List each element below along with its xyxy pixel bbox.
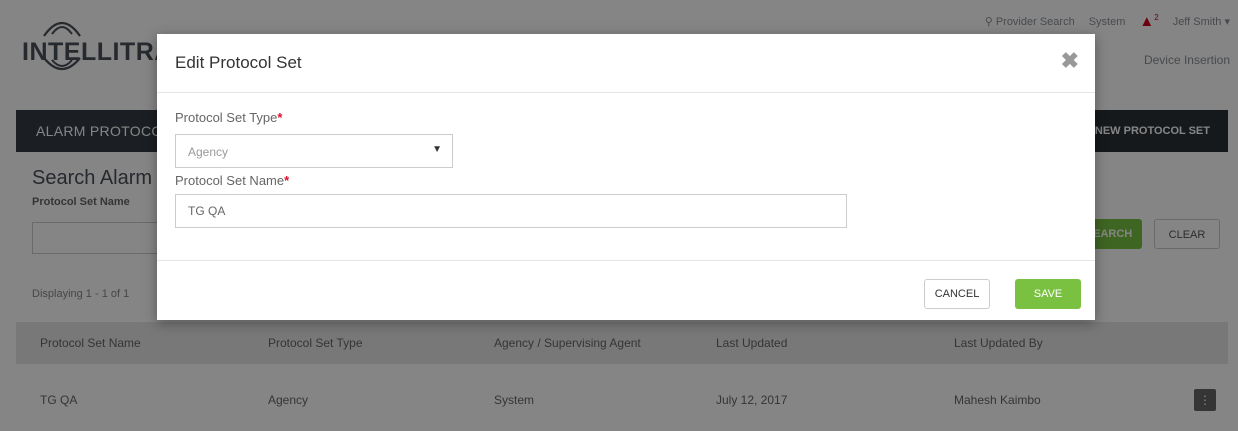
save-button[interactable]: SAVE: [1015, 279, 1081, 309]
modal-footer: CANCEL SAVE: [157, 260, 1095, 321]
required-marker: *: [277, 110, 283, 125]
protocol-set-name-input[interactable]: [175, 194, 847, 228]
caret-down-icon: ▼: [432, 144, 442, 155]
protocol-set-type-label: Protocol Set Type*: [175, 110, 283, 125]
protocol-set-type-select[interactable]: Agency ▼: [175, 134, 453, 168]
cancel-button[interactable]: CANCEL: [924, 279, 990, 309]
edit-protocol-set-dialog: Edit Protocol Set ✖ Protocol Set Type* A…: [157, 34, 1095, 320]
required-marker: *: [284, 173, 290, 188]
close-icon[interactable]: ✖: [1061, 48, 1079, 74]
select-value: Agency: [188, 145, 229, 159]
protocol-set-name-label: Protocol Set Name*: [175, 173, 290, 188]
modal-header: Edit Protocol Set ✖: [157, 34, 1095, 93]
modal-title: Edit Protocol Set: [175, 53, 302, 72]
